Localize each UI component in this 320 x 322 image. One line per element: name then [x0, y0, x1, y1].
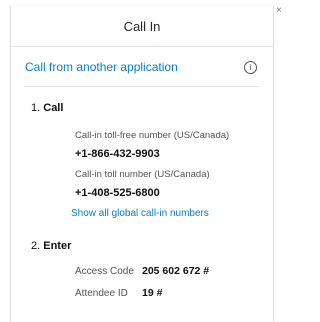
dialog-header: Call In: [11, 6, 273, 47]
show-global-numbers-link[interactable]: Show all global call-in numbers: [71, 208, 209, 219]
dialog-title: Call In: [123, 18, 161, 34]
app-row: Call from another application i: [25, 60, 259, 87]
attendee-id-value: 19 #: [142, 287, 163, 299]
call-section-label: Call: [43, 102, 64, 114]
tollfree-label: Call-in toll-free number (US/Canada): [75, 130, 230, 141]
toll-number: +1-408-525-6800: [75, 187, 160, 199]
call-from-another-application-link[interactable]: Call from another application: [25, 60, 178, 74]
access-code-value: 205 602 672 #: [142, 265, 210, 277]
access-code-label: Access Code: [75, 266, 134, 277]
tollfree-number: +1-866-432-9903: [75, 148, 160, 160]
enter-section-number: 2.: [31, 240, 41, 252]
info-icon[interactable]: i: [244, 61, 257, 74]
toll-label: Call-in toll number (US/Canada): [75, 169, 210, 180]
attendee-id-label: Attendee ID: [75, 288, 128, 299]
call-section-title: 1. Call: [31, 102, 63, 114]
call-section-number: 1.: [31, 102, 41, 114]
close-icon[interactable]: ×: [276, 6, 282, 16]
call-in-dialog: Call In Call from another application i …: [10, 6, 274, 322]
enter-section-title: 2. Enter: [31, 240, 71, 252]
enter-section-label: Enter: [43, 240, 72, 252]
